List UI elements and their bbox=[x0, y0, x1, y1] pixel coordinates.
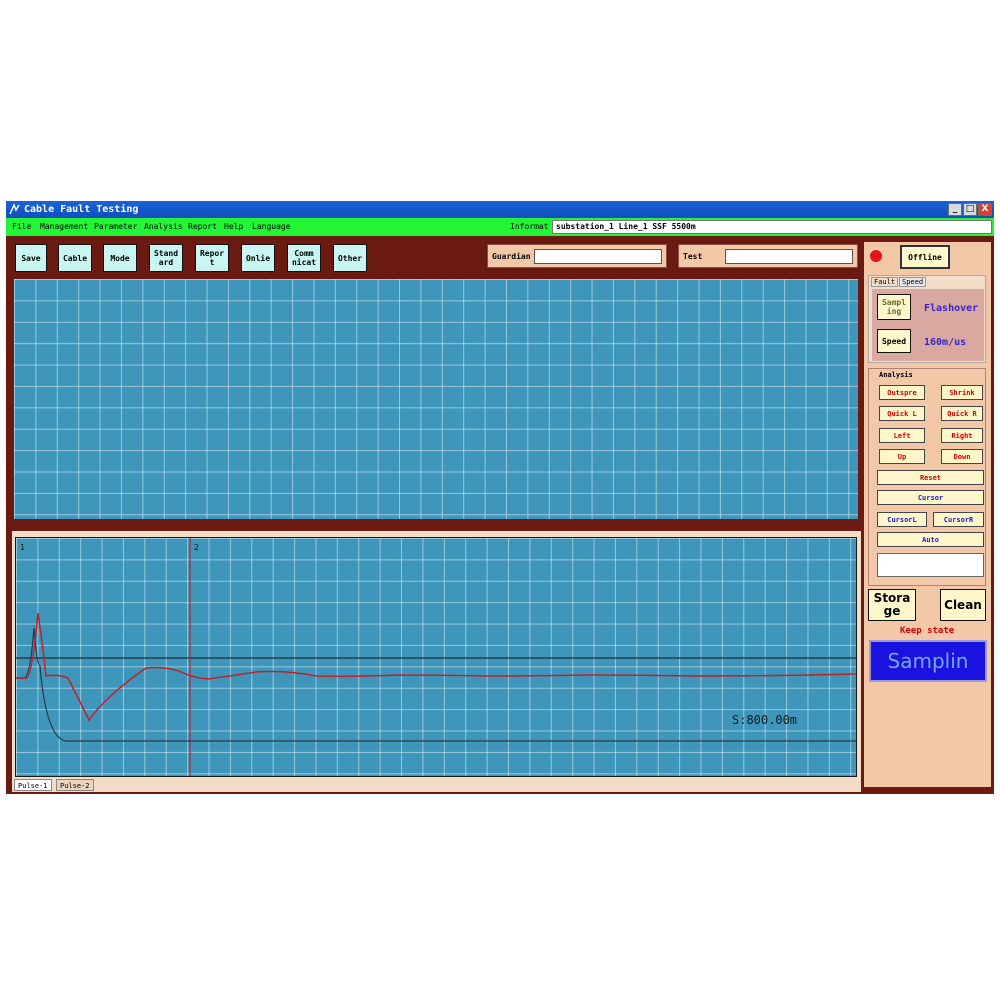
title-bar: Cable Fault Testing _ □ X bbox=[6, 201, 994, 218]
menu-report[interactable]: Report bbox=[188, 222, 217, 231]
menu-parameter[interactable]: Parameter bbox=[94, 222, 137, 231]
info-label: Informat bbox=[510, 222, 549, 231]
test-label: Test bbox=[683, 252, 703, 261]
sampling-start-button[interactable]: Samplin bbox=[869, 640, 987, 682]
control-panel: Offline Fault Speed Sampl ing Flashover … bbox=[864, 242, 991, 787]
menu-file[interactable]: File bbox=[12, 222, 31, 231]
analysis-group: Analysis Outspre Shrink Quick L Quick R … bbox=[868, 368, 986, 586]
menu-help[interactable]: Help bbox=[224, 222, 243, 231]
tab-speed[interactable]: Speed bbox=[899, 277, 927, 287]
auto-button[interactable]: Auto bbox=[877, 532, 984, 547]
shrink-button[interactable]: Shrink bbox=[941, 385, 983, 400]
guardian-input[interactable] bbox=[534, 249, 662, 264]
mode-settings: Sampl ing Flashover Speed 160m/us bbox=[872, 289, 984, 361]
test-panel: Test bbox=[678, 244, 858, 268]
offline-button[interactable]: Offline bbox=[900, 245, 950, 269]
down-button[interactable]: Down bbox=[941, 449, 983, 464]
distance-readout: S:800.00m bbox=[732, 713, 797, 727]
status-led-icon bbox=[870, 250, 882, 262]
up-button[interactable]: Up bbox=[879, 449, 925, 464]
speed-value: 160m/us bbox=[924, 337, 967, 348]
sampling-mode-value: Flashover bbox=[924, 303, 979, 314]
cursor-2-label: 2 bbox=[194, 543, 199, 552]
save-button[interactable]: Save bbox=[15, 244, 47, 272]
reference-trace bbox=[18, 627, 856, 742]
test-input[interactable] bbox=[725, 249, 853, 264]
outspread-button[interactable]: Outspre bbox=[879, 385, 925, 400]
cursor-button[interactable]: Cursor bbox=[877, 490, 984, 505]
cursor-1-label: 1 bbox=[20, 543, 25, 552]
window-title: Cable Fault Testing bbox=[24, 204, 139, 215]
cursor-left-button[interactable]: CursorL bbox=[877, 512, 927, 527]
tab-pulse-1[interactable]: Pulse-1 bbox=[14, 779, 52, 791]
sampling-mode-button[interactable]: Sampl ing bbox=[877, 294, 911, 320]
left-button[interactable]: Left bbox=[879, 428, 925, 443]
close-button[interactable]: X bbox=[978, 203, 992, 216]
reset-button[interactable]: Reset bbox=[877, 470, 984, 485]
right-button[interactable]: Right bbox=[941, 428, 983, 443]
mode-tabs-box: Fault Speed Sampl ing Flashover Speed 16… bbox=[868, 275, 986, 363]
other-button[interactable]: Other bbox=[333, 244, 367, 272]
analysis-title: Analysis bbox=[879, 371, 913, 379]
pulse-tabs: Pulse-1 Pulse-2 bbox=[12, 778, 861, 792]
maximize-button[interactable]: □ bbox=[963, 203, 977, 216]
quick-left-button[interactable]: Quick L bbox=[879, 406, 925, 421]
tab-fault[interactable]: Fault bbox=[871, 277, 899, 287]
waveform-plot[interactable]: 1 2 S:800.00m bbox=[15, 537, 857, 777]
info-field: substation_1 Line_1 SSF 5500m bbox=[552, 220, 992, 234]
pulse-trace bbox=[16, 612, 856, 722]
keep-state-label: Keep state bbox=[900, 626, 955, 636]
cursor-right-button[interactable]: CursorR bbox=[933, 512, 984, 527]
communicate-button[interactable]: Comm nicat bbox=[287, 244, 321, 272]
standard-button[interactable]: Stand ard bbox=[149, 244, 183, 272]
quick-right-button[interactable]: Quick R bbox=[941, 406, 983, 421]
waveform-svg: 1 2 S:800.00m bbox=[16, 538, 856, 776]
menu-management[interactable]: Management bbox=[40, 222, 88, 231]
menu-analysis[interactable]: Analysis bbox=[144, 222, 183, 231]
report-button[interactable]: Repor t bbox=[195, 244, 229, 272]
cable-button[interactable]: Cable bbox=[58, 244, 92, 272]
clean-button[interactable]: Clean bbox=[940, 589, 986, 621]
menu-bar: File Management Parameter Analysis Repor… bbox=[6, 218, 994, 236]
storage-button[interactable]: Stora ge bbox=[868, 589, 916, 621]
speed-button[interactable]: Speed bbox=[877, 329, 911, 353]
app-icon bbox=[9, 203, 20, 215]
tab-pulse-2[interactable]: Pulse-2 bbox=[56, 779, 94, 791]
overview-plot[interactable] bbox=[14, 279, 858, 519]
guardian-label: Guardian bbox=[492, 252, 531, 261]
mode-button[interactable]: Mode bbox=[103, 244, 137, 272]
analysis-output-box bbox=[877, 553, 984, 577]
menu-language[interactable]: Language bbox=[252, 222, 291, 231]
guardian-panel: Guardian bbox=[487, 244, 667, 268]
minimize-button[interactable]: _ bbox=[948, 203, 962, 216]
app-window: Cable Fault Testing _ □ X File Managemen… bbox=[6, 201, 994, 794]
online-button[interactable]: Onlie bbox=[241, 244, 275, 272]
